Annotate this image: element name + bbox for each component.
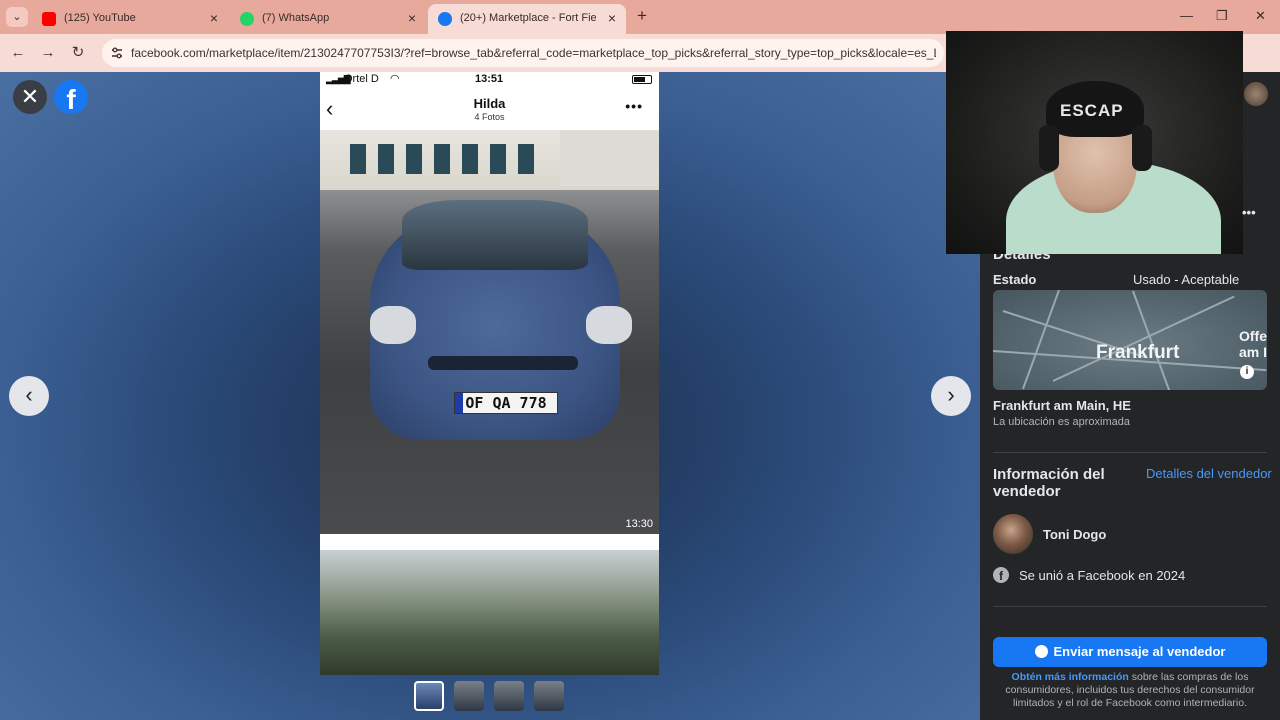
- thumbnail[interactable]: [454, 681, 484, 711]
- car-photo: OF QA 778 13:30: [320, 130, 659, 534]
- battery-icon: [632, 75, 652, 84]
- listing-photo: ▂▃▅▇ Ortel D ◠ 13:51 ‹ Hilda 4 Fotos •••: [320, 72, 659, 675]
- map-city-label: Frankfurt: [1096, 342, 1180, 363]
- seller-details-link[interactable]: Detalles del vendedor: [1146, 466, 1272, 481]
- tab-title: (125) YouTube: [64, 12, 136, 24]
- webcam-overlay: ESCAP: [946, 31, 1243, 254]
- url-field[interactable]: facebook.com/marketplace/item/2130247707…: [102, 39, 944, 67]
- new-tab-button[interactable]: +: [633, 7, 651, 25]
- more-icon: •••: [625, 98, 643, 114]
- thumbnail-strip: [414, 681, 574, 713]
- tab-title: (7) WhatsApp: [262, 12, 330, 24]
- facebook-icon: [438, 12, 452, 26]
- joined-date: Se unió a Facebook en 2024: [1019, 568, 1186, 583]
- tab-search-button[interactable]: ⌄: [6, 7, 28, 27]
- headlight-left: [370, 306, 416, 344]
- divider: [993, 606, 1267, 607]
- url-text: facebook.com/marketplace/item/2130247707…: [131, 46, 936, 60]
- seller-info-heading: Información del vendedor: [993, 466, 1105, 500]
- photo-viewer: ✕ f ‹ › ▂▃▅▇ Ortel D ◠ 13:51 ‹ Hilda 4 F…: [0, 72, 980, 720]
- wifi-icon: ◠: [390, 73, 400, 85]
- map-secondary-label: Offe am I: [1239, 328, 1267, 360]
- profile-avatar[interactable]: [1244, 82, 1268, 106]
- site-info-icon[interactable]: [110, 46, 124, 60]
- grille: [428, 356, 578, 370]
- headphone-left: [1039, 125, 1059, 171]
- photo-count: 4 Fotos: [474, 112, 505, 122]
- tab-title: (20+) Marketplace - Fort Fiesta: [460, 12, 596, 24]
- consumer-rights-note: Obtén más información sobre las compras …: [1005, 671, 1255, 709]
- window-close-icon[interactable]: ✕: [1255, 8, 1266, 24]
- contact-name: Hilda: [473, 96, 506, 111]
- more-info-link[interactable]: Obtén más información: [1012, 671, 1129, 683]
- back-icon[interactable]: ←: [8, 43, 28, 63]
- close-tab-icon[interactable]: ×: [408, 10, 416, 26]
- headphone-right: [1132, 125, 1152, 171]
- location-map[interactable]: Frankfurt Offe am I i: [993, 290, 1267, 390]
- phone-status-bar: ▂▃▅▇ Ortel D ◠ 13:51: [320, 72, 659, 88]
- thumbnail[interactable]: [534, 681, 564, 711]
- condition-value: Usado - Aceptable: [1133, 272, 1240, 287]
- carrier-label: Ortel D: [344, 73, 379, 85]
- previous-photo-button[interactable]: ‹: [9, 376, 49, 416]
- facebook-icon: f: [993, 567, 1009, 583]
- youtube-icon: [42, 12, 56, 26]
- tab-marketplace[interactable]: (20+) Marketplace - Fort Fiesta ×: [428, 4, 626, 34]
- tab-youtube[interactable]: (125) YouTube ×: [32, 4, 228, 34]
- condition-label: Estado: [993, 272, 1037, 287]
- seller-name[interactable]: Toni Dogo: [1043, 527, 1106, 542]
- facebook-logo-icon[interactable]: f: [54, 80, 88, 114]
- more-options-icon[interactable]: •••: [1242, 205, 1256, 220]
- next-photo-button[interactable]: ›: [931, 376, 971, 416]
- forward-icon[interactable]: →: [38, 43, 58, 63]
- message-seller-label: Enviar mensaje al vendedor: [1053, 644, 1226, 659]
- headlight-right: [586, 306, 632, 344]
- browser-tab-bar: ⌄ (125) YouTube × (7) WhatsApp × (20+) M…: [0, 0, 1280, 34]
- maximize-icon[interactable]: ❐: [1216, 8, 1228, 24]
- chat-header: ‹ Hilda 4 Fotos •••: [320, 88, 659, 130]
- close-viewer-button[interactable]: ✕: [13, 80, 47, 114]
- thumbnail[interactable]: [414, 681, 444, 711]
- reload-icon[interactable]: ↻: [68, 43, 88, 63]
- location-note: La ubicación es aproximada: [993, 416, 1130, 428]
- phone-clock: 13:51: [475, 73, 504, 85]
- minimize-icon[interactable]: —: [1180, 8, 1193, 23]
- divider: [993, 452, 1267, 453]
- license-plate: OF QA 778: [454, 392, 558, 414]
- trees-photo: [320, 550, 659, 675]
- thumbnail[interactable]: [494, 681, 524, 711]
- messenger-icon: [1034, 645, 1048, 658]
- close-tab-icon[interactable]: ×: [608, 10, 616, 26]
- photo-timestamp: 13:30: [625, 518, 653, 530]
- beanie-text: ESCAP: [1060, 101, 1124, 120]
- info-icon[interactable]: i: [1240, 365, 1254, 379]
- seller-avatar[interactable]: [993, 514, 1033, 554]
- windshield: [402, 200, 588, 270]
- whatsapp-icon: [240, 12, 254, 26]
- tab-whatsapp[interactable]: (7) WhatsApp ×: [230, 4, 426, 34]
- message-seller-button[interactable]: Enviar mensaje al vendedor: [993, 637, 1267, 667]
- close-tab-icon[interactable]: ×: [210, 10, 218, 26]
- location-name: Frankfurt am Main, HE: [993, 398, 1131, 413]
